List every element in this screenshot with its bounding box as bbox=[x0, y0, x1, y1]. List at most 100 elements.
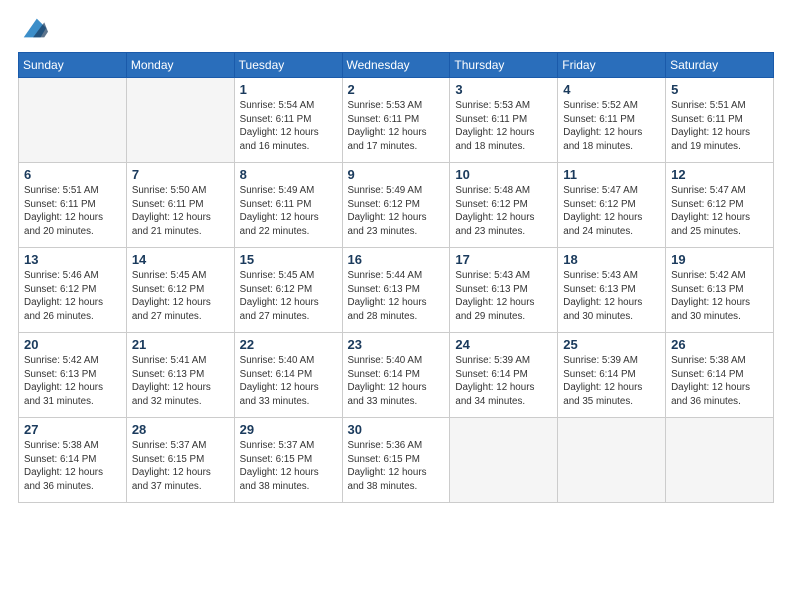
day-info: Sunrise: 5:37 AM Sunset: 6:15 PM Dayligh… bbox=[132, 439, 229, 494]
day-info: Sunrise: 5:54 AM Sunset: 6:11 PM Dayligh… bbox=[240, 99, 337, 154]
day-info: Sunrise: 5:53 AM Sunset: 6:11 PM Dayligh… bbox=[348, 99, 445, 154]
calendar-table: SundayMondayTuesdayWednesdayThursdayFrid… bbox=[18, 52, 774, 503]
calendar-cell: 22 Sunrise: 5:40 AM Sunset: 6:14 PM Dayli… bbox=[234, 333, 342, 418]
day-of-week-header: Monday bbox=[126, 53, 234, 78]
calendar-cell: 9 Sunrise: 5:49 AM Sunset: 6:12 PM Daylig… bbox=[342, 163, 450, 248]
day-number: 2 bbox=[348, 82, 445, 97]
day-info: Sunrise: 5:42 AM Sunset: 6:13 PM Dayligh… bbox=[671, 269, 768, 324]
day-number: 17 bbox=[455, 252, 552, 267]
logo-icon bbox=[20, 14, 48, 42]
calendar-week-row: 1 Sunrise: 5:54 AM Sunset: 6:11 PM Daylig… bbox=[19, 78, 774, 163]
day-number: 25 bbox=[563, 337, 660, 352]
day-number: 8 bbox=[240, 167, 337, 182]
day-of-week-header: Tuesday bbox=[234, 53, 342, 78]
day-number: 26 bbox=[671, 337, 768, 352]
calendar-week-row: 27Sunrise: 5:38 AM Sunset: 6:14 PM Dayli… bbox=[19, 418, 774, 503]
day-number: 1 bbox=[240, 82, 337, 97]
day-number: 30 bbox=[348, 422, 445, 437]
calendar-cell: 19 Sunrise: 5:42 AM Sunset: 6:13 PM Dayli… bbox=[666, 248, 774, 333]
day-info: Sunrise: 5:49 AM Sunset: 6:11 PM Dayligh… bbox=[240, 184, 337, 239]
day-number: 5 bbox=[671, 82, 768, 97]
calendar-cell: 24Sunrise: 5:39 AM Sunset: 6:14 PM Dayli… bbox=[450, 333, 558, 418]
calendar-cell: 21 Sunrise: 5:41 AM Sunset: 6:13 PM Dayli… bbox=[126, 333, 234, 418]
calendar-header-row: SundayMondayTuesdayWednesdayThursdayFrid… bbox=[19, 53, 774, 78]
day-number: 29 bbox=[240, 422, 337, 437]
calendar-week-row: 6 Sunrise: 5:51 AM Sunset: 6:11 PM Daylig… bbox=[19, 163, 774, 248]
day-info: Sunrise: 5:42 AM Sunset: 6:13 PM Dayligh… bbox=[24, 354, 121, 409]
day-info: Sunrise: 5:46 AM Sunset: 6:12 PM Dayligh… bbox=[24, 269, 121, 324]
day-number: 16 bbox=[348, 252, 445, 267]
day-info: Sunrise: 5:48 AM Sunset: 6:12 PM Dayligh… bbox=[455, 184, 552, 239]
day-number: 4 bbox=[563, 82, 660, 97]
day-info: Sunrise: 5:47 AM Sunset: 6:12 PM Dayligh… bbox=[671, 184, 768, 239]
day-info: Sunrise: 5:40 AM Sunset: 6:14 PM Dayligh… bbox=[240, 354, 337, 409]
day-info: Sunrise: 5:47 AM Sunset: 6:12 PM Dayligh… bbox=[563, 184, 660, 239]
day-info: Sunrise: 5:52 AM Sunset: 6:11 PM Dayligh… bbox=[563, 99, 660, 154]
day-info: Sunrise: 5:45 AM Sunset: 6:12 PM Dayligh… bbox=[240, 269, 337, 324]
day-info: Sunrise: 5:36 AM Sunset: 6:15 PM Dayligh… bbox=[348, 439, 445, 494]
calendar-cell: 8 Sunrise: 5:49 AM Sunset: 6:11 PM Daylig… bbox=[234, 163, 342, 248]
calendar-cell: 23 Sunrise: 5:40 AM Sunset: 6:14 PM Dayli… bbox=[342, 333, 450, 418]
day-number: 20 bbox=[24, 337, 121, 352]
calendar-cell: 4 Sunrise: 5:52 AM Sunset: 6:11 PM Daylig… bbox=[558, 78, 666, 163]
calendar-cell: 16Sunrise: 5:44 AM Sunset: 6:13 PM Dayli… bbox=[342, 248, 450, 333]
day-number: 21 bbox=[132, 337, 229, 352]
calendar-cell: 26 Sunrise: 5:38 AM Sunset: 6:14 PM Dayli… bbox=[666, 333, 774, 418]
day-number: 18 bbox=[563, 252, 660, 267]
calendar-cell: 17 Sunrise: 5:43 AM Sunset: 6:13 PM Dayli… bbox=[450, 248, 558, 333]
day-info: Sunrise: 5:50 AM Sunset: 6:11 PM Dayligh… bbox=[132, 184, 229, 239]
calendar-cell: 29 Sunrise: 5:37 AM Sunset: 6:15 PM Dayli… bbox=[234, 418, 342, 503]
calendar-cell bbox=[126, 78, 234, 163]
day-info: Sunrise: 5:38 AM Sunset: 6:14 PM Dayligh… bbox=[24, 439, 121, 494]
day-number: 3 bbox=[455, 82, 552, 97]
day-info: Sunrise: 5:45 AM Sunset: 6:12 PM Dayligh… bbox=[132, 269, 229, 324]
day-number: 24 bbox=[455, 337, 552, 352]
day-number: 11 bbox=[563, 167, 660, 182]
day-info: Sunrise: 5:41 AM Sunset: 6:13 PM Dayligh… bbox=[132, 354, 229, 409]
day-info: Sunrise: 5:37 AM Sunset: 6:15 PM Dayligh… bbox=[240, 439, 337, 494]
calendar-cell bbox=[450, 418, 558, 503]
day-number: 15 bbox=[240, 252, 337, 267]
header bbox=[18, 18, 774, 42]
day-number: 12 bbox=[671, 167, 768, 182]
calendar-cell: 14 Sunrise: 5:45 AM Sunset: 6:12 PM Dayli… bbox=[126, 248, 234, 333]
day-number: 9 bbox=[348, 167, 445, 182]
calendar-cell: 15 Sunrise: 5:45 AM Sunset: 6:12 PM Dayli… bbox=[234, 248, 342, 333]
day-of-week-header: Saturday bbox=[666, 53, 774, 78]
calendar-cell: 27Sunrise: 5:38 AM Sunset: 6:14 PM Dayli… bbox=[19, 418, 127, 503]
calendar-cell bbox=[19, 78, 127, 163]
calendar-cell: 7 Sunrise: 5:50 AM Sunset: 6:11 PM Daylig… bbox=[126, 163, 234, 248]
day-number: 22 bbox=[240, 337, 337, 352]
calendar-cell: 13 Sunrise: 5:46 AM Sunset: 6:12 PM Dayli… bbox=[19, 248, 127, 333]
day-number: 13 bbox=[24, 252, 121, 267]
day-of-week-header: Wednesday bbox=[342, 53, 450, 78]
day-number: 28 bbox=[132, 422, 229, 437]
calendar-cell bbox=[666, 418, 774, 503]
day-of-week-header: Sunday bbox=[19, 53, 127, 78]
calendar-cell: 28 Sunrise: 5:37 AM Sunset: 6:15 PM Dayli… bbox=[126, 418, 234, 503]
calendar-cell: 30 Sunrise: 5:36 AM Sunset: 6:15 PM Dayli… bbox=[342, 418, 450, 503]
day-number: 23 bbox=[348, 337, 445, 352]
calendar-cell: 25Sunrise: 5:39 AM Sunset: 6:14 PM Dayli… bbox=[558, 333, 666, 418]
day-number: 6 bbox=[24, 167, 121, 182]
calendar-cell: 3 Sunrise: 5:53 AM Sunset: 6:11 PM Daylig… bbox=[450, 78, 558, 163]
day-info: Sunrise: 5:49 AM Sunset: 6:12 PM Dayligh… bbox=[348, 184, 445, 239]
day-info: Sunrise: 5:43 AM Sunset: 6:13 PM Dayligh… bbox=[455, 269, 552, 324]
calendar-cell: 1 Sunrise: 5:54 AM Sunset: 6:11 PM Daylig… bbox=[234, 78, 342, 163]
day-number: 19 bbox=[671, 252, 768, 267]
calendar-cell: 6 Sunrise: 5:51 AM Sunset: 6:11 PM Daylig… bbox=[19, 163, 127, 248]
logo bbox=[18, 18, 48, 42]
calendar-cell: 2 Sunrise: 5:53 AM Sunset: 6:11 PM Daylig… bbox=[342, 78, 450, 163]
calendar-cell bbox=[558, 418, 666, 503]
day-of-week-header: Thursday bbox=[450, 53, 558, 78]
day-number: 7 bbox=[132, 167, 229, 182]
day-info: Sunrise: 5:53 AM Sunset: 6:11 PM Dayligh… bbox=[455, 99, 552, 154]
day-info: Sunrise: 5:38 AM Sunset: 6:14 PM Dayligh… bbox=[671, 354, 768, 409]
day-info: Sunrise: 5:43 AM Sunset: 6:13 PM Dayligh… bbox=[563, 269, 660, 324]
day-info: Sunrise: 5:51 AM Sunset: 6:11 PM Dayligh… bbox=[671, 99, 768, 154]
calendar-cell: 11 Sunrise: 5:47 AM Sunset: 6:12 PM Dayli… bbox=[558, 163, 666, 248]
day-number: 14 bbox=[132, 252, 229, 267]
day-info: Sunrise: 5:51 AM Sunset: 6:11 PM Dayligh… bbox=[24, 184, 121, 239]
day-info: Sunrise: 5:40 AM Sunset: 6:14 PM Dayligh… bbox=[348, 354, 445, 409]
calendar-week-row: 13 Sunrise: 5:46 AM Sunset: 6:12 PM Dayli… bbox=[19, 248, 774, 333]
